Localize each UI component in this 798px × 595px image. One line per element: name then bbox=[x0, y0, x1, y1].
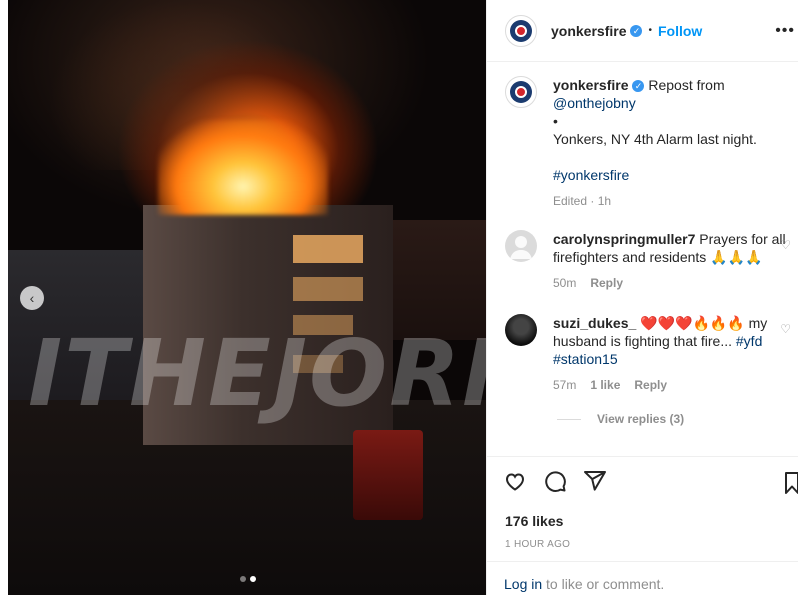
post-photo[interactable]: ITHEJORNY ‹ bbox=[8, 0, 486, 595]
carousel-prev-button[interactable]: ‹ bbox=[20, 286, 44, 310]
caption-bullet: • bbox=[553, 113, 558, 129]
comment-likes[interactable]: 1 like bbox=[590, 378, 620, 392]
commenter-avatar[interactable] bbox=[505, 314, 537, 346]
caption-username[interactable]: yonkersfire bbox=[553, 77, 628, 93]
view-replies-button[interactable]: View replies (3) bbox=[557, 412, 684, 426]
post-header: yonkersfire ✓ • Follow ••• bbox=[487, 0, 798, 62]
comment-item: suzi_dukes_ ❤️❤️❤️🔥🔥🔥 my husband is figh… bbox=[505, 314, 795, 394]
login-link[interactable]: Log in bbox=[504, 576, 542, 592]
post-timestamp[interactable]: 1 HOUR AGO bbox=[505, 539, 570, 550]
photo-watermark: ITHEJORNY bbox=[28, 320, 486, 427]
post-side-panel: yonkersfire ✓ • Follow ••• yonkersfire ✓ … bbox=[486, 0, 798, 595]
replies-divider bbox=[557, 418, 581, 420]
carousel-indicator bbox=[240, 576, 256, 582]
like-comment-heart-icon[interactable]: ♡ bbox=[780, 322, 791, 336]
carousel-dot bbox=[240, 576, 246, 582]
fire-department-logo-icon bbox=[510, 19, 532, 42]
author-avatar[interactable] bbox=[505, 14, 537, 47]
reply-button[interactable]: Reply bbox=[634, 378, 667, 392]
comment-icon[interactable] bbox=[543, 469, 567, 493]
commenter-avatar[interactable] bbox=[505, 230, 537, 262]
verified-badge-icon: ✓ bbox=[630, 24, 643, 37]
more-options-icon[interactable]: ••• bbox=[775, 22, 795, 40]
share-icon[interactable] bbox=[583, 469, 607, 493]
login-prompt-text: to like or comment. bbox=[542, 576, 665, 592]
caption-line: Yonkers, NY 4th Alarm last night. bbox=[553, 131, 757, 147]
hashtag-link[interactable]: #yonkersfire bbox=[553, 167, 629, 183]
fire-truck bbox=[353, 430, 423, 520]
caption-meta: Edited · 1h bbox=[553, 194, 612, 208]
comment-time[interactable]: 50m bbox=[553, 276, 576, 290]
commenter-username[interactable]: suzi_dukes_ bbox=[553, 315, 636, 331]
author-username[interactable]: yonkersfire bbox=[551, 23, 626, 39]
carousel-dot-active bbox=[250, 576, 256, 582]
caption-text: yonkersfire ✓ Repost from @onthejobny • Y… bbox=[553, 76, 795, 210]
comment-meta: 50m Reply bbox=[553, 274, 789, 292]
post-actions-section: 176 likes 1 HOUR AGO Log in to like or c… bbox=[487, 456, 798, 595]
hashtag-link[interactable]: #station15 bbox=[553, 351, 618, 367]
view-replies-label: View replies (3) bbox=[597, 412, 685, 426]
reply-button[interactable]: Reply bbox=[590, 276, 623, 290]
comment-meta: 57m 1 like Reply bbox=[553, 376, 789, 394]
caption-author-avatar[interactable] bbox=[505, 76, 537, 108]
default-user-icon bbox=[510, 236, 532, 259]
caption-time[interactable]: 1h bbox=[598, 194, 611, 208]
like-comment-heart-icon[interactable]: ♡ bbox=[780, 238, 791, 252]
caption-line: Repost from bbox=[648, 77, 725, 93]
heart-icon[interactable] bbox=[503, 469, 527, 493]
verified-badge-icon: ✓ bbox=[632, 80, 645, 92]
likes-count[interactable]: 176 likes bbox=[505, 513, 563, 529]
comment-item: carolynspringmuller7 Prayers for all fir… bbox=[505, 230, 795, 292]
chevron-left-icon: ‹ bbox=[29, 290, 35, 306]
fire-department-logo-icon bbox=[510, 81, 532, 103]
separator-dot: • bbox=[648, 25, 652, 36]
post-caption: yonkersfire ✓ Repost from @onthejobny • Y… bbox=[505, 76, 795, 210]
bookmark-icon[interactable] bbox=[785, 471, 798, 495]
follow-button[interactable]: Follow bbox=[658, 23, 702, 39]
hashtag-link[interactable]: #yfd bbox=[736, 333, 762, 349]
comment-time[interactable]: 57m bbox=[553, 378, 576, 392]
action-icons bbox=[503, 469, 607, 493]
mention-link[interactable]: @onthejobny bbox=[553, 95, 636, 111]
commenter-username[interactable]: carolynspringmuller7 bbox=[553, 231, 695, 247]
instagram-post-view: ITHEJORNY ‹ yonkersfire ✓ • Follow ••• bbox=[0, 0, 798, 595]
edited-label: Edited bbox=[553, 194, 588, 208]
fire-flames bbox=[158, 120, 328, 215]
login-prompt: Log in to like or comment. bbox=[487, 561, 798, 592]
